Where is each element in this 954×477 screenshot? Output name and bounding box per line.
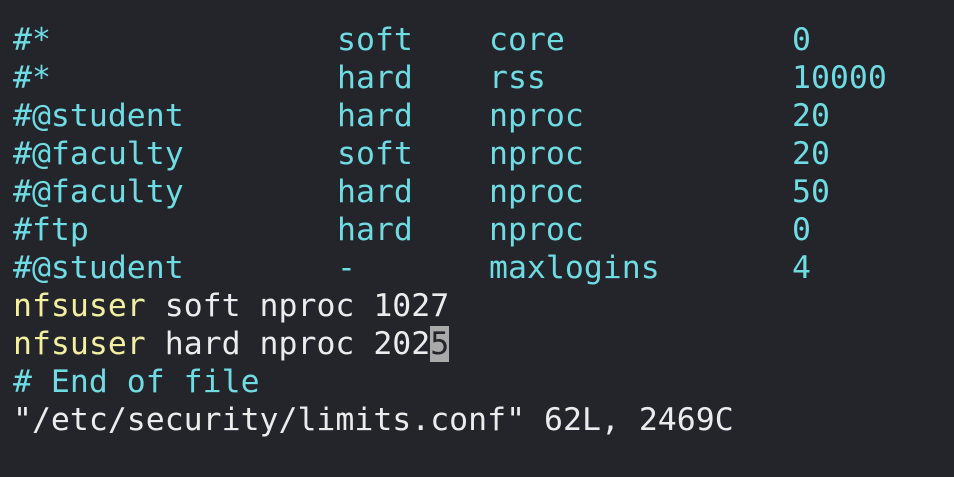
limit-spec: soft nproc 1027 [145,288,450,324]
value-cell: 10000 [792,60,887,96]
domain-cell: #ftp [13,212,89,248]
item-cell: nproc [489,98,584,134]
domain-cell: #* [13,60,51,96]
active-limit-row[interactable]: nfsuser hard nproc 2025 [13,325,450,363]
user-name: nfsuser [13,288,146,324]
domain-cell: #@student [13,250,184,286]
type-cell: - [337,250,356,286]
commented-limit-row: #* soft core 0 [13,21,811,59]
value-cell: 0 [792,22,811,58]
end-of-file-comment: # End of file [13,364,260,400]
value-cell: 50 [792,174,830,210]
item-cell: rss [489,60,546,96]
type-cell: hard [337,174,413,210]
text-cursor[interactable]: 5 [430,326,450,362]
commented-limit-row: #@student hard nproc 20 [13,97,830,135]
type-cell: hard [337,98,413,134]
item-cell: nproc [489,212,584,248]
type-cell: soft [337,22,413,58]
value-cell: 20 [792,98,830,134]
domain-cell: #* [13,22,51,58]
domain-cell: #@faculty [13,136,184,172]
type-cell: soft [337,136,413,172]
status-line: "/etc/security/limits.conf" 62L, 2469C [13,402,734,438]
commented-limit-row: #@student - maxlogins 4 [13,249,811,287]
commented-limit-row: #@faculty hard nproc 50 [13,173,830,211]
domain-cell: #@faculty [13,174,184,210]
value-cell: 20 [792,136,830,172]
item-cell: nproc [489,136,584,172]
commented-limit-row: #* hard rss 10000 [13,59,887,97]
vim-editor[interactable]: #* soft core 0 #* hard rss 10000 #@stude… [0,21,954,468]
item-cell: core [489,22,565,58]
domain-cell: #@student [13,98,184,134]
active-limit-row[interactable]: nfsuser soft nproc 1027 [13,287,449,325]
item-cell: nproc [489,174,584,210]
type-cell: hard [337,212,413,248]
commented-limit-row: #ftp hard nproc 0 [13,211,811,249]
value-cell: 4 [792,250,811,286]
limit-spec: hard nproc 202 [145,326,431,362]
item-cell: maxlogins [489,250,660,286]
type-cell: hard [337,60,413,96]
user-name: nfsuser [13,326,146,362]
commented-limit-row: #@faculty soft nproc 20 [13,135,830,173]
value-cell: 0 [792,212,811,248]
